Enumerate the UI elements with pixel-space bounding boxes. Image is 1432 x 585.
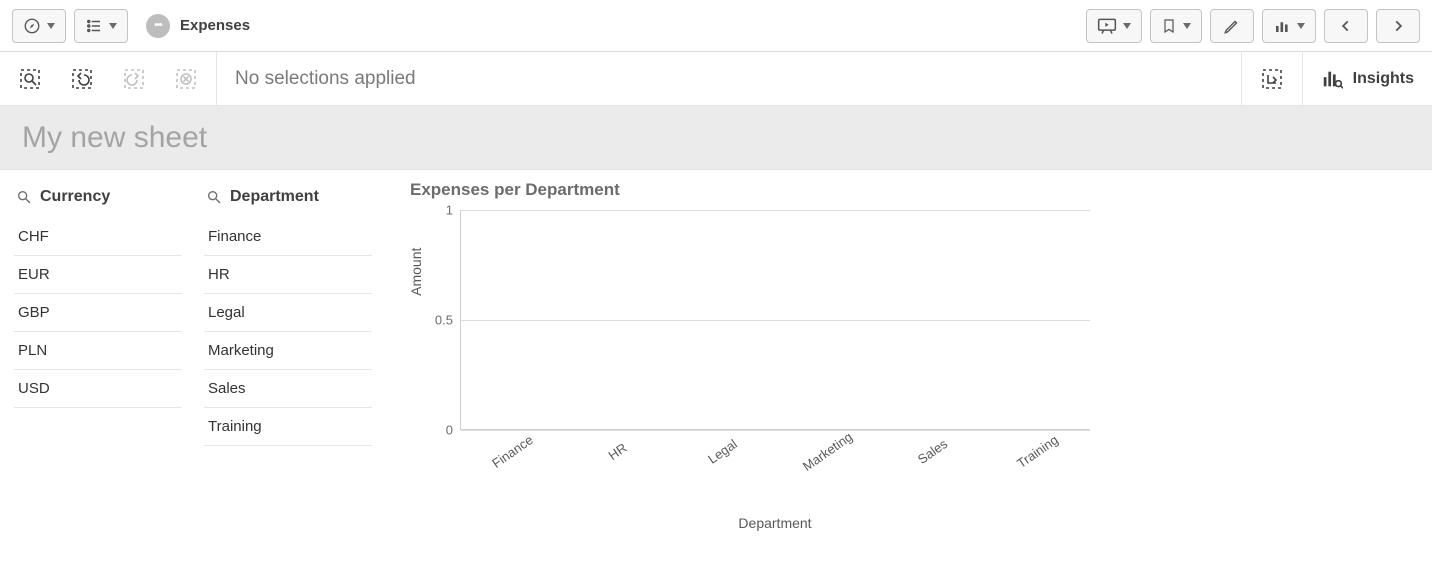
chevron-right-icon <box>1391 18 1405 34</box>
selections-tool-icon <box>1260 67 1284 91</box>
pencil-icon <box>1223 17 1241 35</box>
filter-header[interactable]: Currency <box>14 180 182 218</box>
bar-chart-icon <box>1273 17 1291 35</box>
filter-item[interactable]: GBP <box>14 294 182 332</box>
clear-selections-icon <box>174 67 198 91</box>
step-forward-icon <box>122 67 146 91</box>
y-tick-label: 0.5 <box>435 313 453 328</box>
filter-item[interactable]: HR <box>204 256 372 294</box>
insights-label: Insights <box>1353 70 1414 88</box>
global-nav-button[interactable] <box>12 9 66 43</box>
next-sheet-button[interactable] <box>1376 9 1420 43</box>
filter-pane-currency[interactable]: Currency CHFEURGBPPLNUSD <box>0 180 190 585</box>
filter-header[interactable]: Department <box>204 180 372 218</box>
filter-pane-department[interactable]: Department FinanceHRLegalMarketingSalesTr… <box>190 180 380 585</box>
filter-item[interactable]: PLN <box>14 332 182 370</box>
filter-item[interactable]: Sales <box>204 370 372 408</box>
selection-status: No selections applied <box>216 52 1241 105</box>
smart-search-icon[interactable] <box>18 67 42 91</box>
chevron-down-icon <box>1297 23 1305 29</box>
filter-item[interactable]: USD <box>14 370 182 408</box>
search-icon <box>16 189 32 205</box>
sheets-button[interactable] <box>1262 9 1316 43</box>
y-tick-label: 1 <box>446 203 453 218</box>
search-icon <box>206 189 222 205</box>
chevron-down-icon <box>1123 23 1131 29</box>
selections-tool-button[interactable] <box>1241 52 1302 105</box>
compass-icon <box>23 17 41 35</box>
gridline <box>461 320 1090 321</box>
filter-item[interactable]: Marketing <box>204 332 372 370</box>
presentation-button[interactable] <box>1086 9 1142 43</box>
app-icon: ••• <box>146 14 170 38</box>
sheet-content: Currency CHFEURGBPPLNUSD Department Finance… <box>0 170 1432 585</box>
filter-title: Department <box>230 188 319 206</box>
selection-right-tools: Insights <box>1241 52 1432 105</box>
filter-item[interactable]: Training <box>204 408 372 446</box>
prev-sheet-button[interactable] <box>1324 9 1368 43</box>
filter-item[interactable]: Legal <box>204 294 372 332</box>
chart-plot: Amount 00.51 FinanceHRLegalMarketingSale… <box>460 210 1090 430</box>
gridline <box>461 210 1090 211</box>
filter-item[interactable]: EUR <box>14 256 182 294</box>
app-title-text: Expenses <box>180 17 250 34</box>
list-view-button[interactable] <box>74 9 128 43</box>
sheet-title-bar: My new sheet <box>0 106 1432 170</box>
y-tick-label: 0 <box>446 423 453 438</box>
selection-tools <box>0 52 216 105</box>
bookmark-button[interactable] <box>1150 9 1202 43</box>
chart-pane[interactable]: Expenses per Department Amount 00.51 Fin… <box>380 180 1432 585</box>
step-back-icon[interactable] <box>70 67 94 91</box>
filter-item[interactable]: Finance <box>204 218 372 256</box>
chart-ylabel: Amount <box>408 248 424 296</box>
selection-bar: No selections applied In <box>0 52 1432 106</box>
filter-title: Currency <box>40 188 110 206</box>
chart-xlabel: Department <box>460 515 1090 531</box>
chevron-left-icon <box>1339 18 1353 34</box>
chevron-down-icon <box>1183 23 1191 29</box>
edit-button[interactable] <box>1210 9 1254 43</box>
chevron-down-icon <box>109 23 117 29</box>
chart-title: Expenses per Department <box>410 180 1412 200</box>
sheet-title: My new sheet <box>22 121 207 155</box>
top-toolbar: ••• Expenses <box>0 0 1432 52</box>
filter-item[interactable]: CHF <box>14 218 182 256</box>
app-title: ••• Expenses <box>146 14 250 38</box>
presentation-icon <box>1097 17 1117 35</box>
list-icon <box>85 17 103 35</box>
bookmark-icon <box>1161 17 1177 35</box>
chevron-down-icon <box>47 23 55 29</box>
insights-button[interactable]: Insights <box>1302 52 1432 105</box>
insights-icon <box>1321 68 1343 90</box>
